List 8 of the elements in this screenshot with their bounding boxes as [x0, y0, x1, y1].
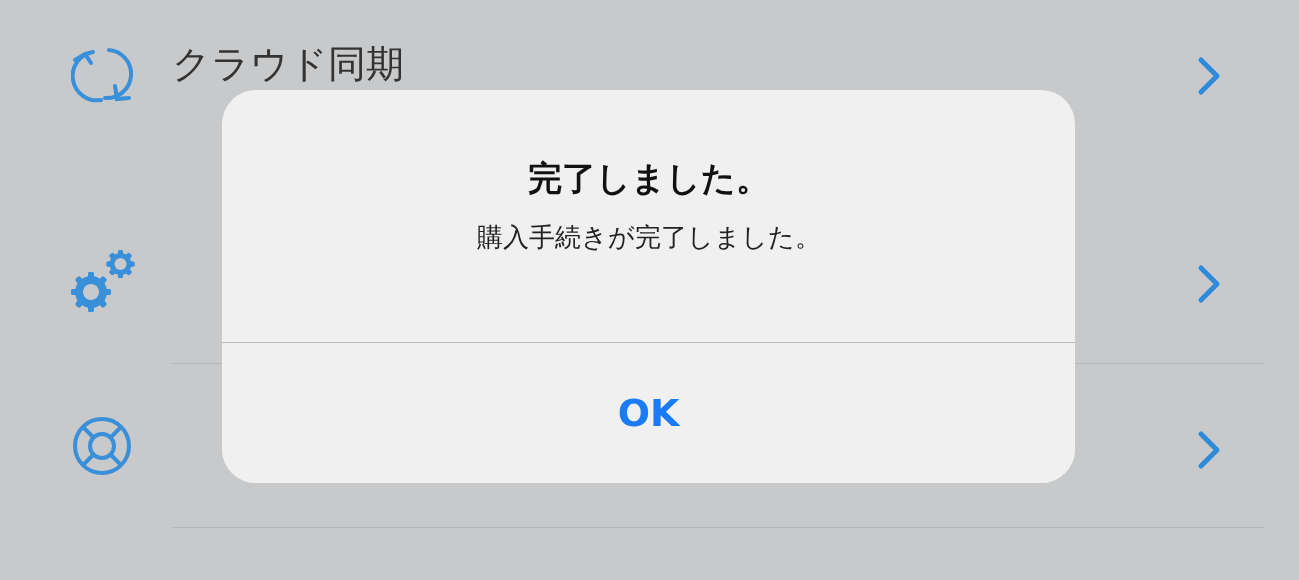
row-label: クラウド同期 — [172, 42, 404, 88]
alert-title: 完了しました。 — [527, 157, 770, 200]
sync-icon — [71, 46, 133, 104]
chevron-icon — [1197, 264, 1221, 304]
chevron-icon — [1197, 430, 1221, 470]
alert-message: 購入手続きが完了しました。 — [476, 221, 821, 254]
chevron-icon — [1197, 56, 1221, 96]
lifebuoy-icon — [72, 416, 132, 476]
